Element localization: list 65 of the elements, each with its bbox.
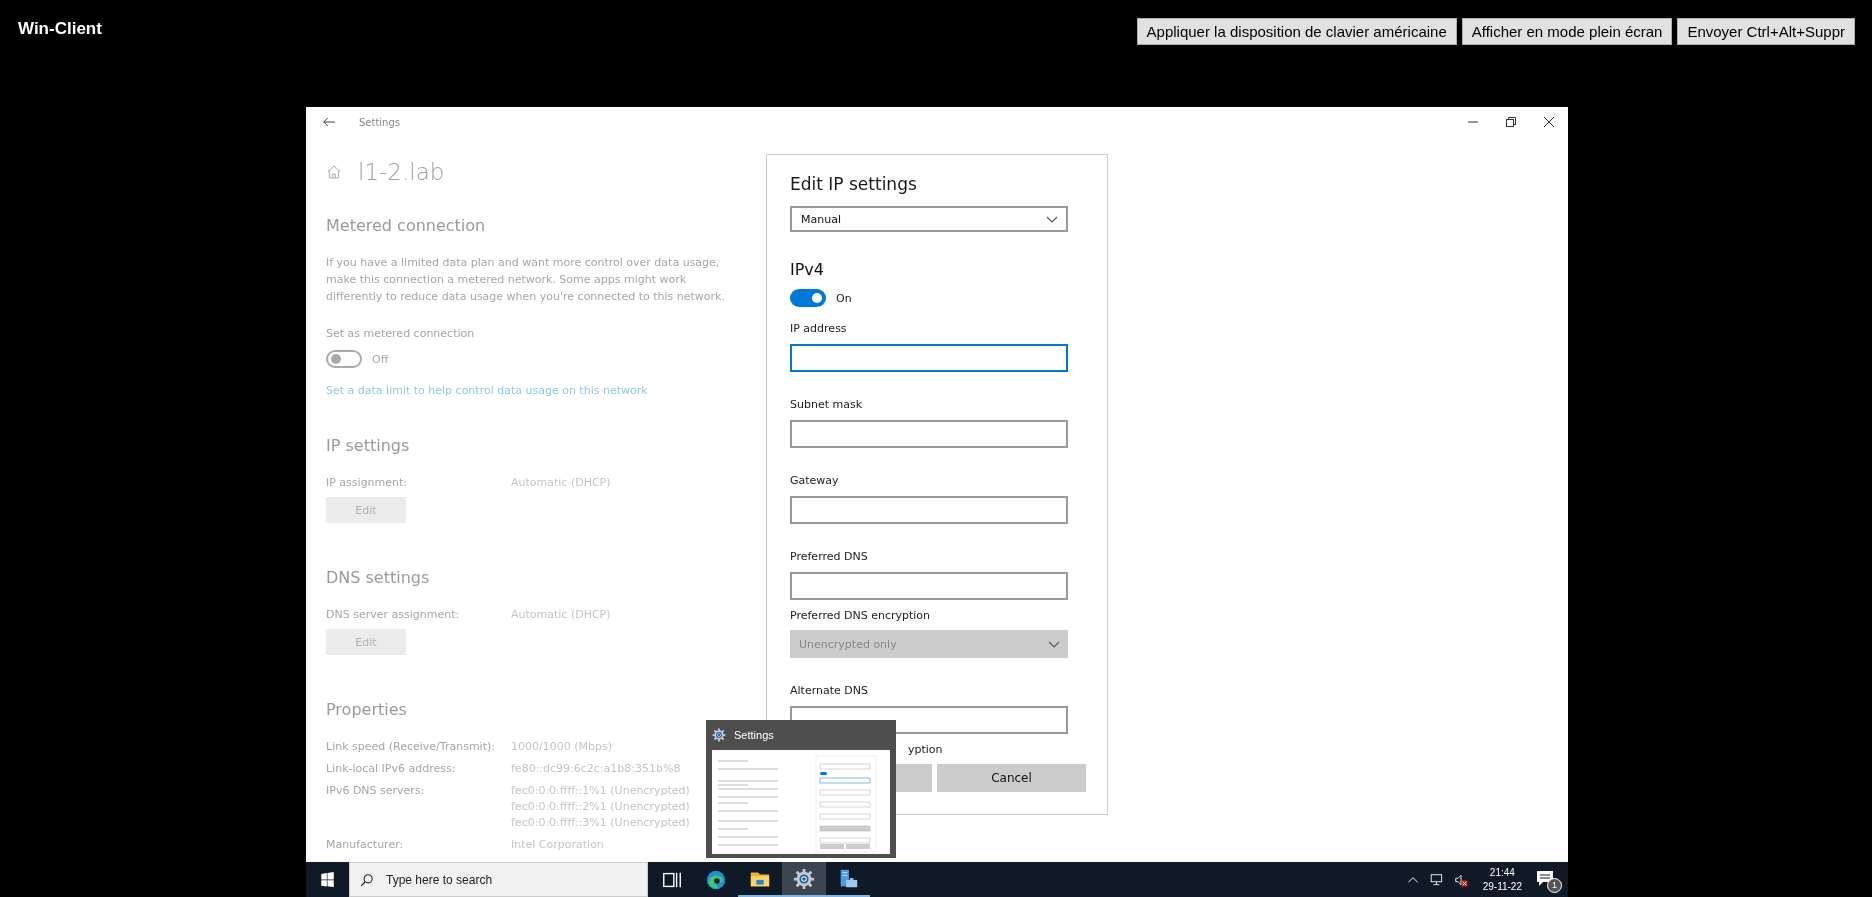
property-value: Intel Corporation: [511, 837, 604, 853]
toolbar-button[interactable]: Envoyer Ctrl+Alt+Suppr: [1677, 18, 1855, 45]
property-value: fec0:0:0:ffff::3%1 (Unencrypted): [511, 815, 690, 831]
search-icon: [360, 872, 374, 887]
window-title: Settings: [359, 116, 400, 128]
preview-title: Settings: [734, 729, 774, 741]
property-label: Link speed (Receive/Transmit):: [326, 739, 496, 755]
cancel-button[interactable]: Cancel: [937, 764, 1086, 792]
section-heading: IP settings: [326, 435, 411, 457]
property-label: DNS server assignment:: [326, 607, 461, 623]
field-label: Alternate DNS: [790, 683, 869, 699]
toggle-switch[interactable]: [326, 350, 362, 368]
gear-icon: [793, 867, 815, 890]
property-value: fe80::dc99:6c2c:a1b8:351b%8: [511, 761, 681, 777]
windows-logo-icon: [320, 872, 335, 887]
clock-time[interactable]: 21:44: [1489, 865, 1515, 880]
search-field[interactable]: Type here to search: [349, 862, 648, 897]
close-icon: [1544, 117, 1554, 127]
field-label: IP address: [790, 321, 848, 337]
field-label: Subnet mask: [790, 397, 864, 413]
search-placeholder: Type here to search: [386, 872, 493, 887]
property-label: IP assignment:: [326, 475, 409, 491]
property-value: fec0:0:0:ffff::2%1 (Unencrypted): [511, 799, 690, 815]
property-label: IPv6 DNS servers:: [326, 783, 426, 799]
toggle-state: Off: [372, 352, 389, 366]
property-value: 1000/1000 (Mbps): [511, 739, 612, 755]
input-field[interactable]: [790, 496, 1068, 524]
field-label: Gateway: [790, 473, 840, 489]
clock-date[interactable]: 29-11-22: [1482, 879, 1522, 894]
monitor-icon[interactable]: [1429, 872, 1444, 887]
notification-button[interactable]: 1: [1536, 868, 1560, 891]
property-value: fec0:0:0:ffff::1%1 (Unencrypted): [511, 783, 690, 799]
input-field[interactable]: [790, 420, 1068, 448]
taskbar-button[interactable]: [782, 862, 826, 897]
app-title: Win-Client: [18, 19, 102, 39]
browser-icon: [705, 868, 727, 891]
field-label: Preferred DNS: [790, 549, 869, 565]
section-heading: IPv4: [790, 259, 825, 281]
property-label: Manufacturer:: [326, 837, 405, 853]
speaker-muted-icon[interactable]: [1453, 872, 1468, 887]
back-icon[interactable]: [322, 115, 336, 129]
chevron-icon: [1046, 215, 1058, 223]
toggle-switch[interactable]: [790, 289, 826, 307]
input-field[interactable]: [790, 344, 1068, 372]
dropdown: Unencrypted only: [790, 630, 1068, 658]
section-heading: Properties: [326, 699, 408, 721]
chevron-icon: [1048, 640, 1060, 648]
toolbar-button[interactable]: Appliquer la disposition de clavier américaine: [1136, 18, 1457, 45]
field-label: yption: [907, 742, 944, 758]
field-label: Preferred DNS encryption: [790, 608, 932, 624]
page-heading: l1-2.lab: [358, 158, 445, 187]
property-value: Automatic (DHCP): [511, 475, 611, 491]
toggle-label: Set as metered connection: [326, 326, 475, 342]
window-preview-tooltip[interactable]: Settings: [706, 720, 896, 858]
input-field[interactable]: [790, 572, 1068, 600]
gear-icon: [712, 728, 726, 742]
toolbar-button[interactable]: Afficher en mode plein écran: [1461, 18, 1673, 45]
dialog-title: Edit IP settings: [790, 173, 918, 196]
toggle-state: On: [836, 291, 852, 305]
property-value: Automatic (DHCP): [511, 607, 611, 623]
restore-icon: [1506, 117, 1516, 127]
section-heading: DNS settings: [326, 567, 431, 589]
dropdown[interactable]: Manual: [790, 206, 1068, 232]
property-label: Link-local IPv6 address:: [326, 761, 457, 777]
description-text: If you have a limited data plan and want more control over data usage, make this connection a metered network. Some apps might work differently to reduce data usage when you're connected to this network.: [326, 255, 726, 305]
